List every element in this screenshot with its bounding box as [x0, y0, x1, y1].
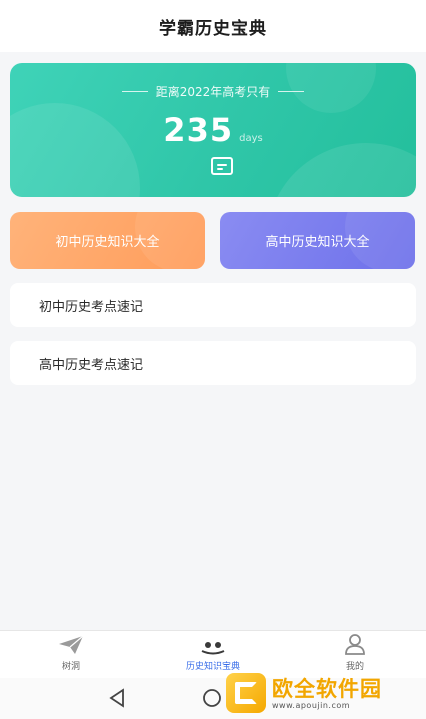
decorative-bubble — [266, 143, 416, 197]
watermark-url: www.apoujin.com — [272, 700, 351, 710]
watermark-text: 欧全软件园 www.apoujin.com — [272, 677, 382, 710]
senior-history-knowledge-button[interactable]: 高中历史知识大全 — [220, 212, 415, 269]
top-app-bar: 学霸历史宝典 — [0, 0, 426, 52]
user-icon — [345, 634, 365, 655]
app-screen: 学霸历史宝典 距离2022年高考只有 235 days 初中历史知识大全 高中历… — [0, 0, 426, 719]
book-icon — [201, 642, 225, 655]
junior-history-knowledge-button[interactable]: 初中历史知识大全 — [10, 212, 205, 269]
watermark: 欧全软件园 www.apoujin.com — [226, 670, 422, 716]
home-circle-icon[interactable] — [201, 687, 223, 709]
watermark-name: 欧全软件园 — [272, 676, 382, 701]
tab-tree-hole[interactable]: 树洞 — [0, 631, 142, 678]
caption-dash-left — [121, 91, 148, 92]
junior-exam-points-label: 初中历史考点速记 — [39, 299, 144, 315]
senior-exam-points-label: 高中历史考点速记 — [39, 357, 144, 373]
back-triangle-icon[interactable] — [108, 688, 126, 708]
caption-dash-right — [278, 91, 305, 92]
exam-countdown-card: 距离2022年高考只有 235 days — [10, 63, 416, 197]
countdown-days-number: 235 — [163, 111, 234, 149]
decorative-bubble — [135, 212, 205, 269]
countdown-caption-row: 距离2022年高考只有 — [10, 83, 416, 100]
senior-exam-points-item[interactable]: 高中历史考点速记 — [10, 341, 416, 385]
decorative-bubble — [345, 212, 415, 269]
junior-exam-points-item[interactable]: 初中历史考点速记 — [10, 283, 416, 327]
note-card-icon[interactable] — [211, 157, 233, 175]
paper-plane-icon — [59, 635, 84, 654]
countdown-days-unit: days — [239, 133, 263, 144]
page-title: 学霸历史宝典 — [159, 18, 267, 39]
watermark-logo-icon — [226, 673, 266, 713]
countdown-value: 235 days — [10, 111, 416, 149]
countdown-caption: 距离2022年高考只有 — [155, 85, 271, 99]
tab-label: 树洞 — [61, 662, 80, 672]
